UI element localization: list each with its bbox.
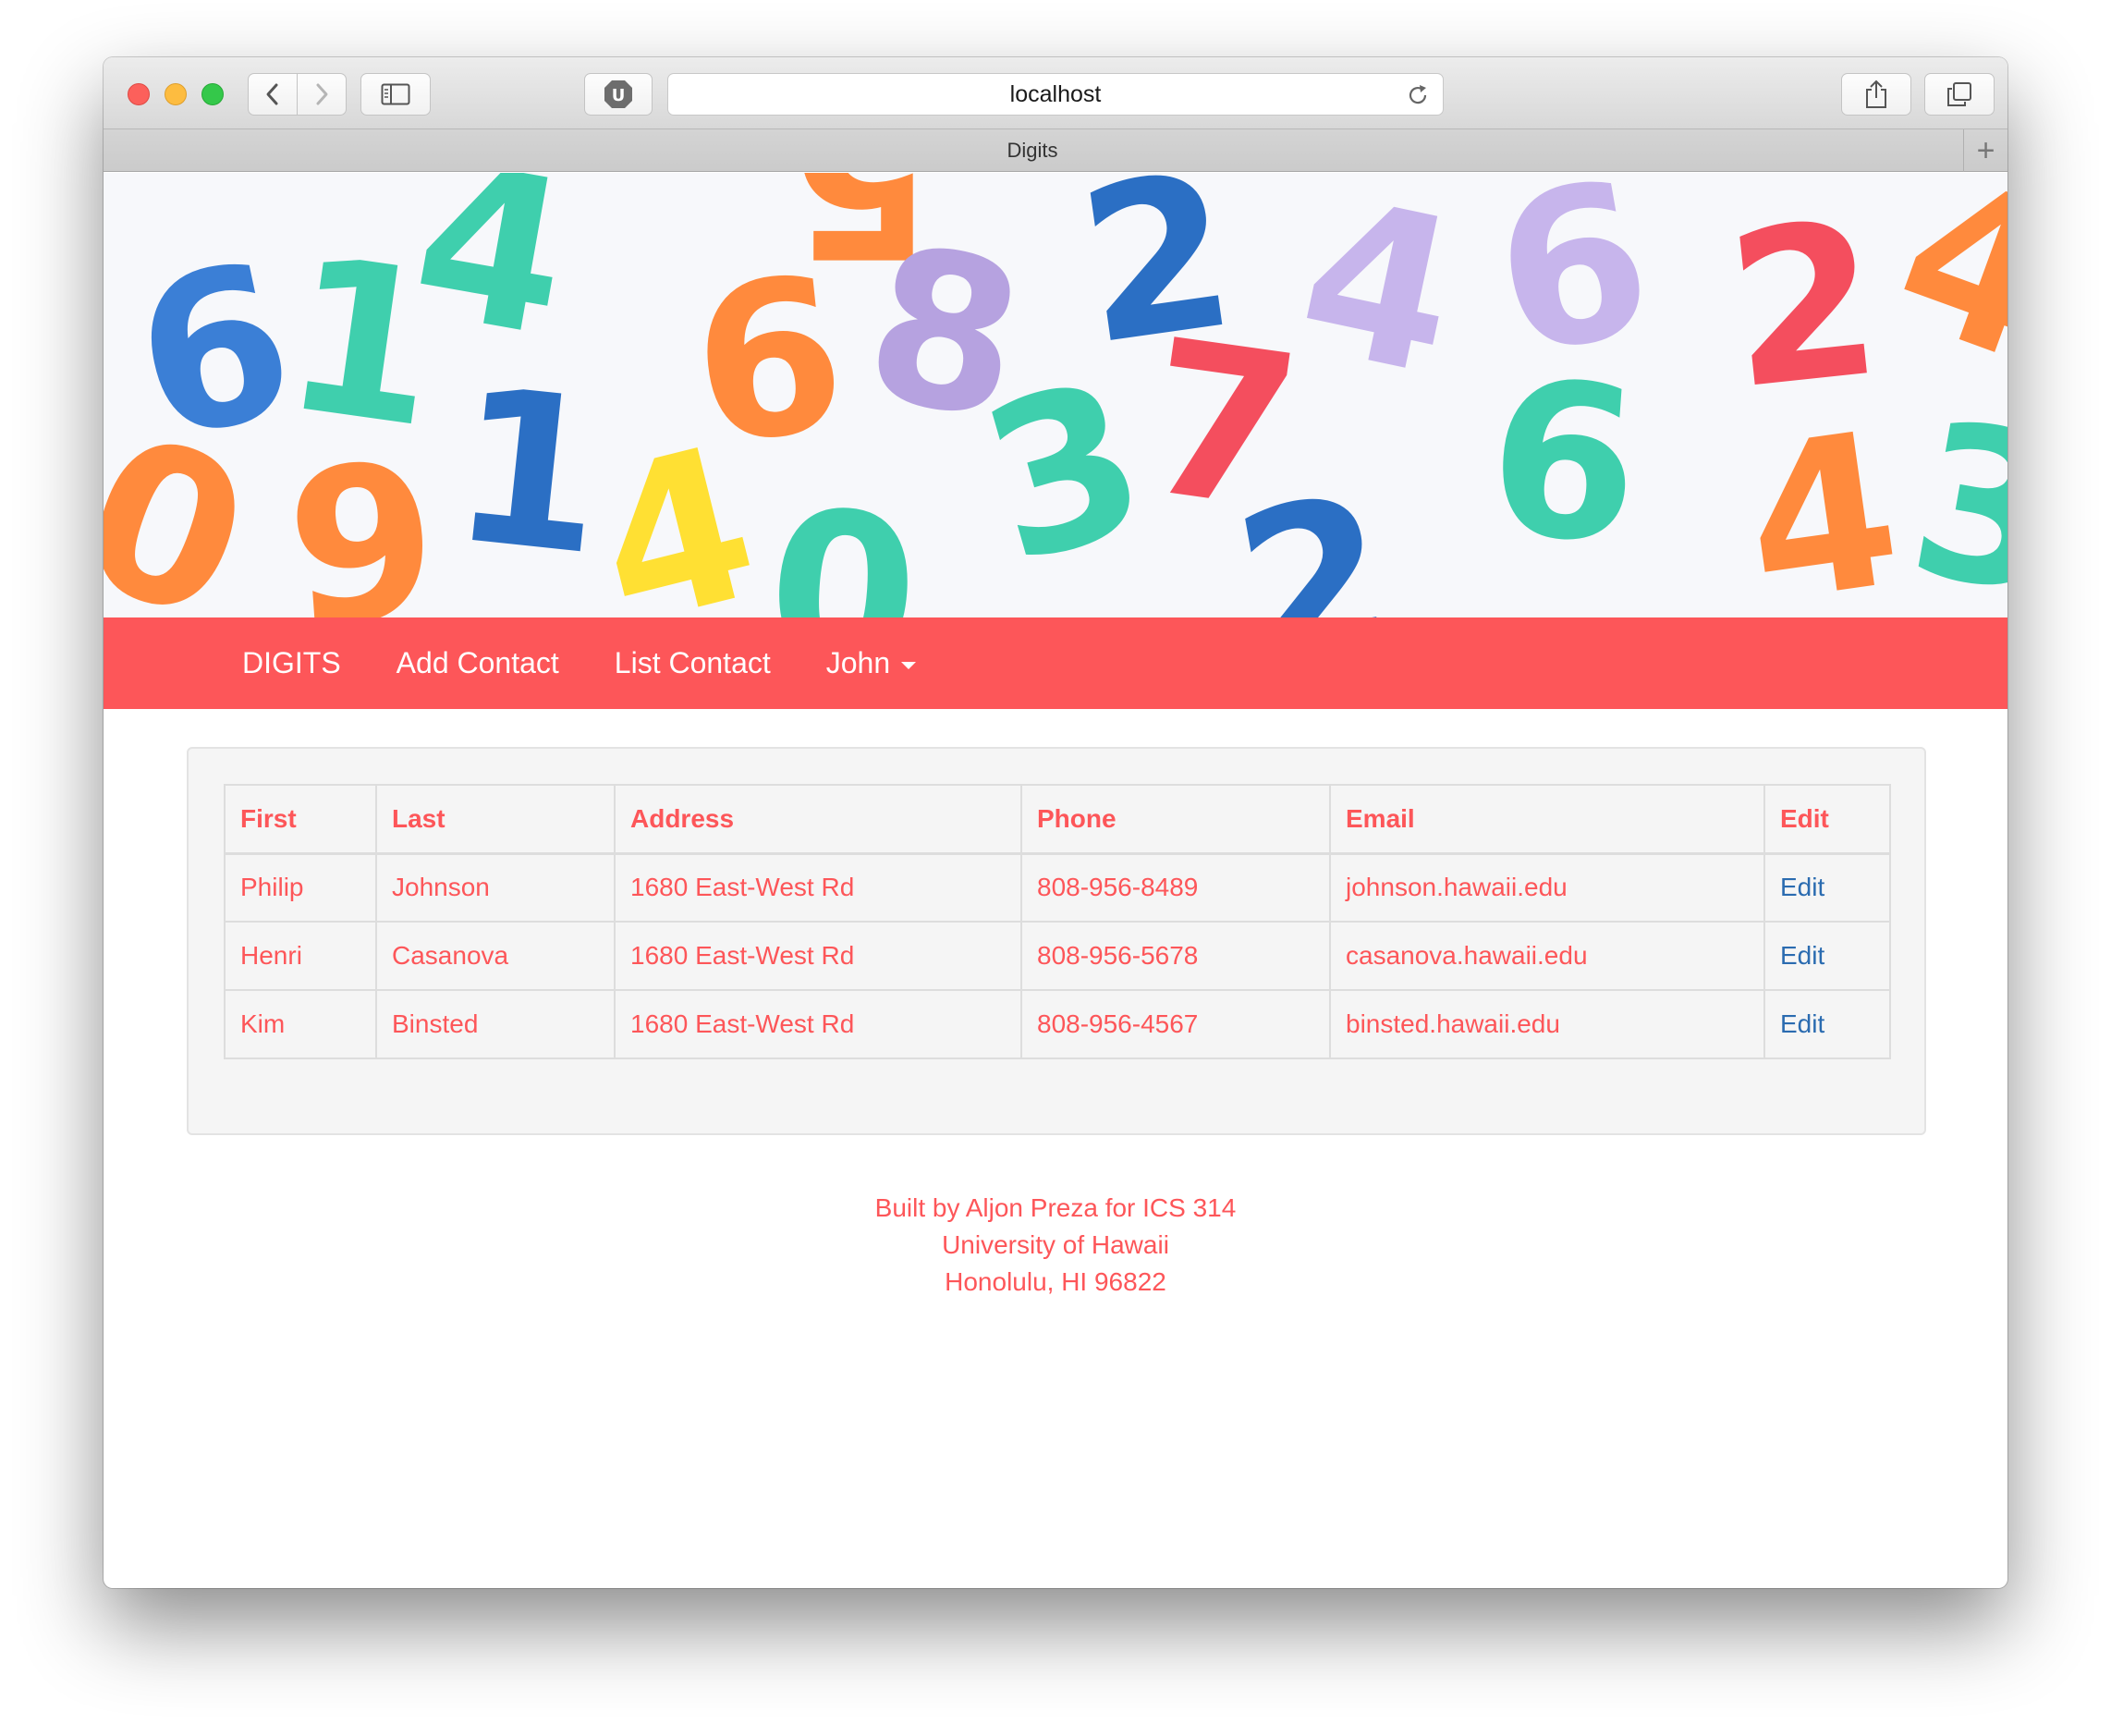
cell-email: binsted.hawaii.edu xyxy=(1329,989,1765,1059)
ublock-shield-icon: U xyxy=(604,80,632,108)
banner-digit: 2 xyxy=(1717,176,1891,437)
cell-last: Binsted xyxy=(375,989,616,1059)
maximize-window-button[interactable] xyxy=(201,83,224,105)
cell-first: Kim xyxy=(224,989,377,1059)
nav-list-contact[interactable]: List Contact xyxy=(615,646,771,680)
contacts-table: First Last Address Phone Email Edit Phil… xyxy=(224,784,1891,1059)
sidebar-toggle-button[interactable] xyxy=(360,73,431,116)
banner-digit: 6 xyxy=(1481,335,1647,593)
share-icon xyxy=(1866,79,1886,108)
footer-line-credit: Built by Aljon Preza for ICS 314 xyxy=(874,1193,1237,1222)
edit-link[interactable]: Edit xyxy=(1780,941,1824,970)
cell-edit: Edit xyxy=(1763,989,1891,1059)
edit-link[interactable]: Edit xyxy=(1780,873,1824,901)
tabs-overview-icon xyxy=(1947,82,1971,106)
tab-bar: Digits + xyxy=(104,129,2007,172)
browser-window: U localhost Digits + 6 1 4 5 6 8 2 4 6 2… xyxy=(104,57,2007,1588)
cell-address: 1680 East-West Rd xyxy=(614,989,1022,1059)
banner-digit: 4 xyxy=(1868,173,2007,411)
column-header-email: Email xyxy=(1329,784,1765,855)
cell-address: 1680 East-West Rd xyxy=(614,852,1022,923)
caret-down-icon xyxy=(901,661,917,669)
sidebar-icon xyxy=(381,83,410,105)
forward-button[interactable] xyxy=(297,73,347,116)
column-header-phone: Phone xyxy=(1020,784,1331,855)
cell-edit: Edit xyxy=(1763,921,1891,991)
url-text: localhost xyxy=(1009,81,1102,107)
table-header-row: First Last Address Phone Email Edit xyxy=(224,784,1891,855)
close-window-button[interactable] xyxy=(128,83,150,105)
banner-digit: 0 xyxy=(104,378,280,618)
edit-link[interactable]: Edit xyxy=(1780,1009,1824,1038)
column-header-edit: Edit xyxy=(1763,784,1891,855)
new-tab-button[interactable]: + xyxy=(1963,129,2007,172)
cell-email: johnson.hawaii.edu xyxy=(1329,852,1765,923)
cell-phone: 808-956-8489 xyxy=(1020,852,1331,923)
banner-digit: 4 xyxy=(397,173,587,385)
cell-edit: Edit xyxy=(1763,852,1891,923)
cell-first: Philip xyxy=(224,852,377,923)
footer-line-location: Honolulu, HI 96822 xyxy=(945,1267,1166,1296)
svg-text:U: U xyxy=(612,86,626,105)
nav-user-dropdown[interactable]: John xyxy=(825,646,917,680)
column-header-address: Address xyxy=(614,784,1022,855)
user-name: John xyxy=(825,646,891,679)
back-button[interactable] xyxy=(248,73,298,116)
contacts-panel: First Last Address Phone Email Edit Phil… xyxy=(187,747,1926,1135)
browser-toolbar: U localhost xyxy=(104,57,2007,129)
banner-digit: 3 xyxy=(1895,375,2007,618)
page-footer: Built by Aljon Preza for ICS 314 Univers… xyxy=(104,1190,2007,1301)
minimize-window-button[interactable] xyxy=(165,83,187,105)
chevron-left-icon xyxy=(266,83,278,105)
cell-phone: 808-956-5678 xyxy=(1020,921,1331,991)
footer-line-university: University of Hawaii xyxy=(942,1230,1169,1259)
column-header-first: First xyxy=(224,784,377,855)
column-header-last: Last xyxy=(375,784,616,855)
nav-brand-digits[interactable]: DIGITS xyxy=(242,646,341,680)
chevron-right-icon xyxy=(316,83,328,105)
cell-last: Johnson xyxy=(375,852,616,923)
cell-last: Casanova xyxy=(375,921,616,991)
header-banner-image: 6 1 4 5 6 8 2 4 6 2 4 1 4 0 3 7 2 6 4 0 … xyxy=(104,173,2007,618)
show-tabs-button[interactable] xyxy=(1924,73,1995,116)
table-row: Kim Binsted 1680 East-West Rd 808-956-45… xyxy=(224,989,1891,1059)
banner-digit: 0 xyxy=(760,464,926,618)
table-row: Henri Casanova 1680 East-West Rd 808-956… xyxy=(224,921,1891,991)
cell-email: casanova.hawaii.edu xyxy=(1329,921,1765,991)
banner-digit: 4 xyxy=(1732,386,1913,618)
cell-first: Henri xyxy=(224,921,377,991)
nav-add-contact[interactable]: Add Contact xyxy=(397,646,559,680)
cell-address: 1680 East-West Rd xyxy=(614,921,1022,991)
cell-phone: 808-956-4567 xyxy=(1020,989,1331,1059)
banner-digit: 9 xyxy=(279,418,445,618)
share-button[interactable] xyxy=(1841,73,1911,116)
reload-icon[interactable] xyxy=(1406,83,1430,107)
table-row: Philip Johnson 1680 East-West Rd 808-956… xyxy=(224,852,1891,923)
address-bar[interactable]: localhost xyxy=(667,73,1444,116)
main-navbar: DIGITS Add Contact List Contact John xyxy=(104,617,2007,709)
extension-button[interactable]: U xyxy=(584,73,653,116)
banner-digit: 2 xyxy=(1219,449,1409,618)
tab-active[interactable]: Digits xyxy=(104,129,1961,172)
banner-digit: 4 xyxy=(1281,173,1478,424)
